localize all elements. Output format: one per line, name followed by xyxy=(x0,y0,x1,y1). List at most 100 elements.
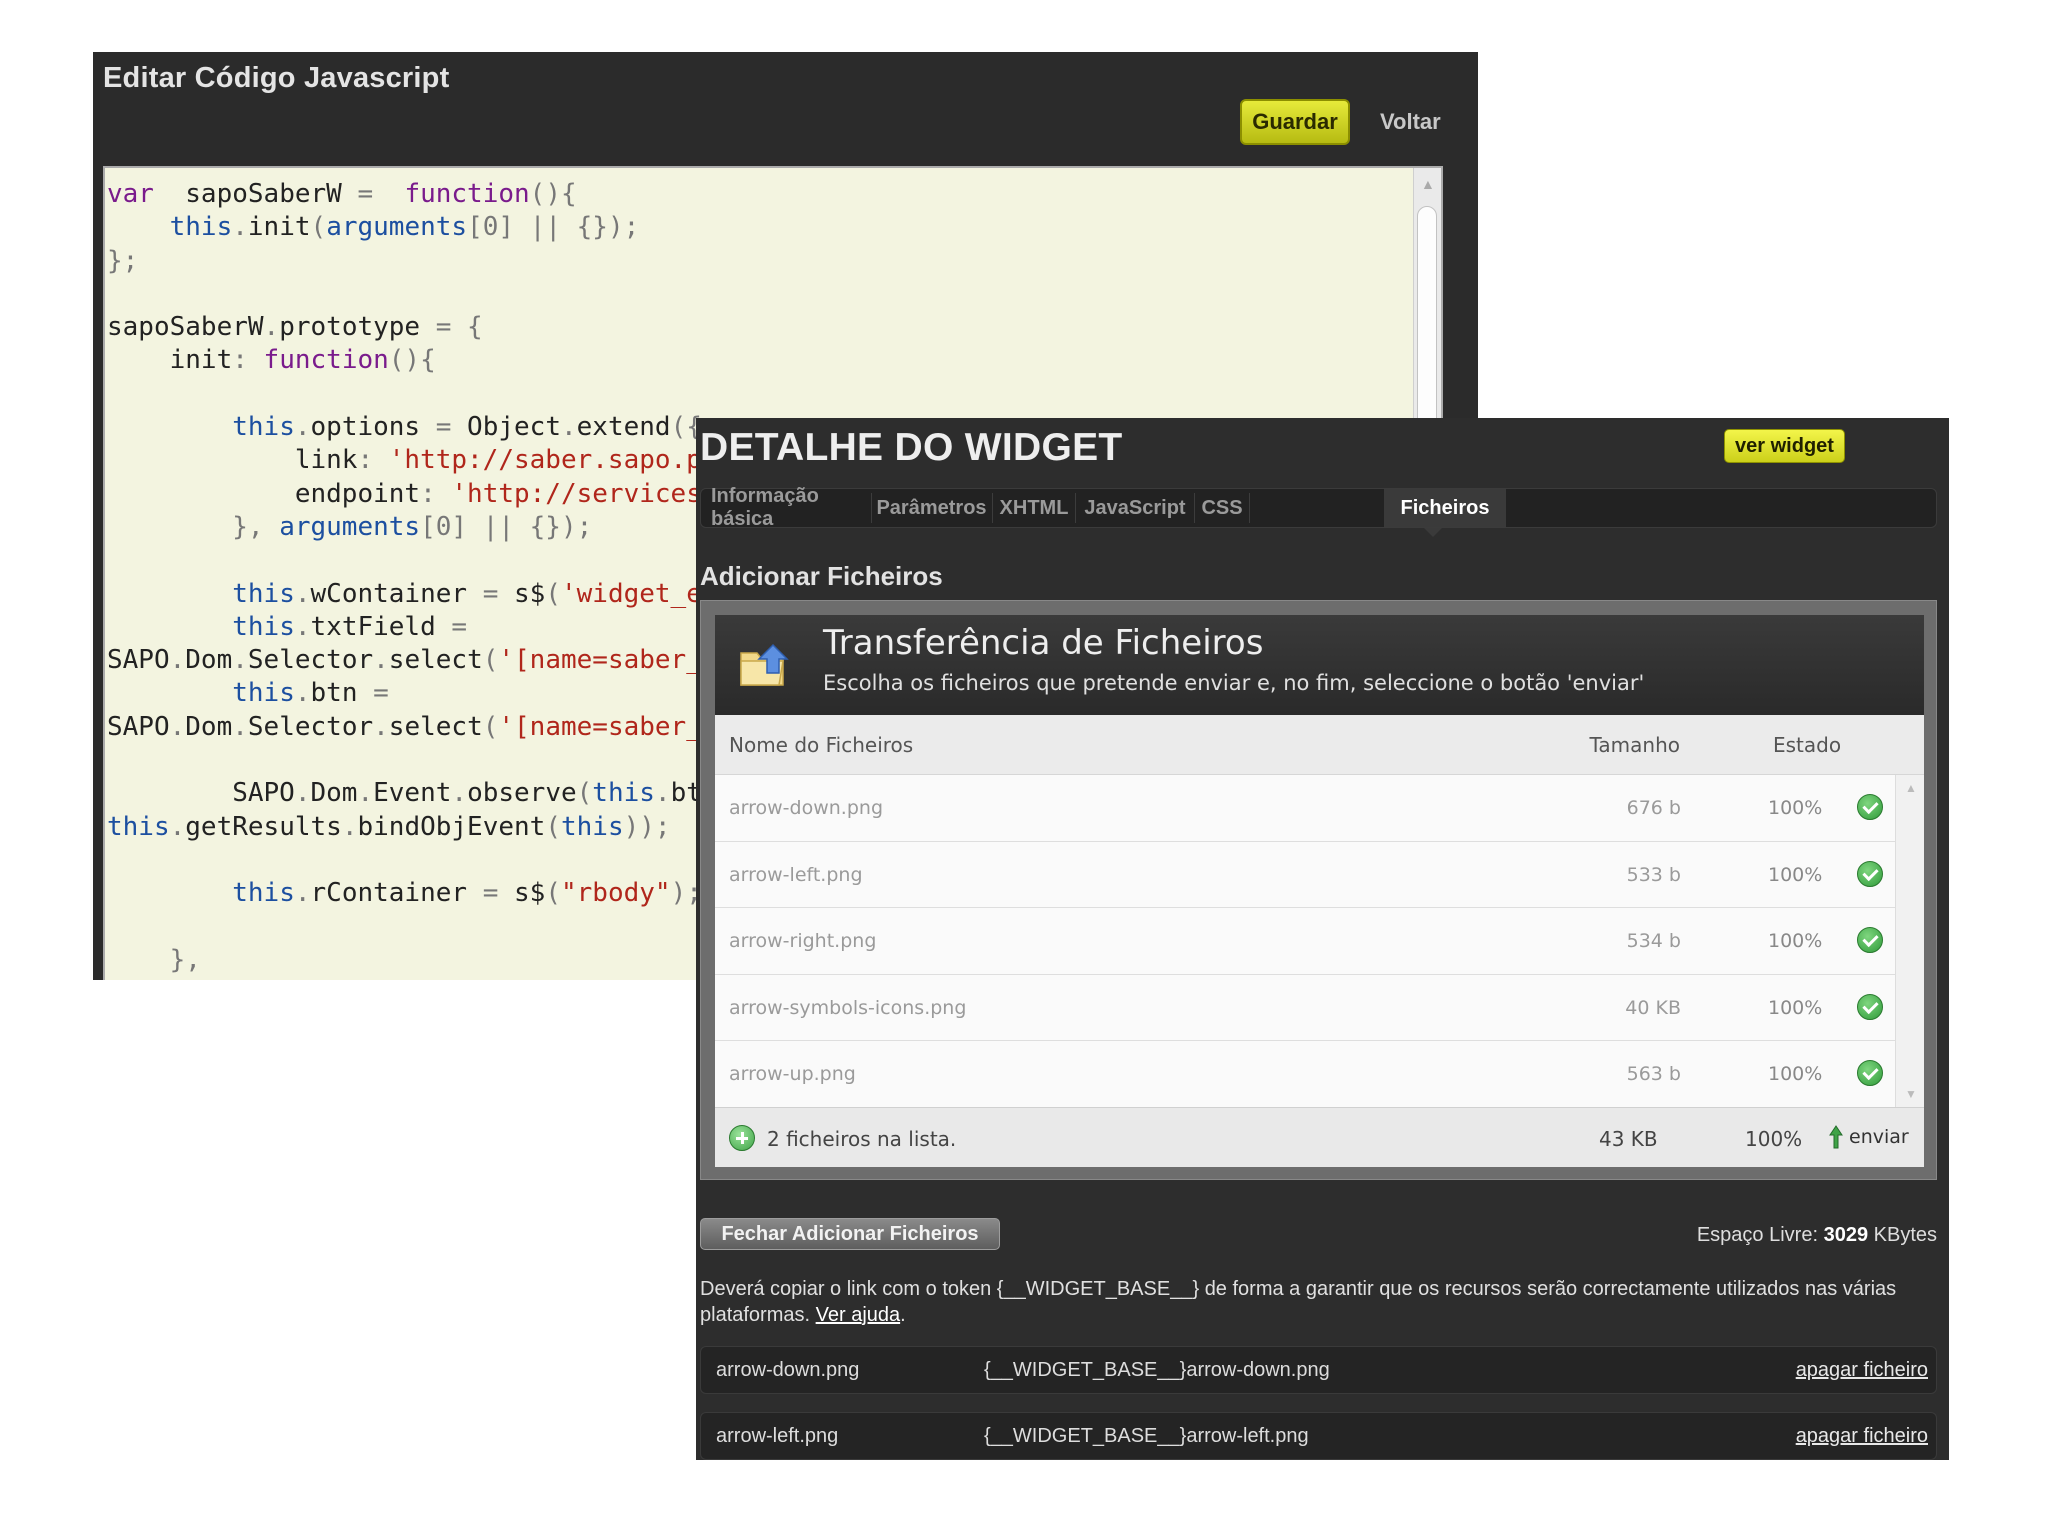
code-token: ( xyxy=(545,811,561,842)
code-token: . xyxy=(373,711,389,742)
total-progress: 100% xyxy=(1745,1127,1803,1151)
code-token: . xyxy=(294,878,311,909)
code-token: [0] || {}); xyxy=(467,212,640,243)
code-token: }, xyxy=(107,944,201,975)
free-space-indicator: Espaço Livre: 3029 KBytes xyxy=(1697,1224,1937,1247)
code-token: . xyxy=(373,645,389,676)
free-space-label: Espaço Livre: xyxy=(1696,1224,1819,1246)
code-token: . xyxy=(294,578,311,609)
code-token: this xyxy=(169,212,233,243)
code-token: select xyxy=(388,645,483,676)
tab-basic-info[interactable]: Informação básica xyxy=(711,485,867,530)
code-token: = { xyxy=(435,312,483,343)
tab-separator xyxy=(1194,493,1195,523)
code-token: }; xyxy=(107,245,139,276)
code-token: . xyxy=(294,412,311,443)
tab-xhtml[interactable]: XHTML xyxy=(995,489,1073,527)
total-size: 43 KB xyxy=(1599,1127,1658,1151)
file-progress: 100% xyxy=(1768,797,1823,819)
up-arrow-icon xyxy=(1829,1125,1843,1149)
file-progress: 100% xyxy=(1768,930,1823,952)
code-token: extend xyxy=(576,412,671,443)
code-token: [0] || {}); xyxy=(420,511,593,542)
upload-folder-icon xyxy=(740,643,789,686)
code-token: = xyxy=(482,878,515,909)
column-header-status: Estado xyxy=(1773,733,1842,757)
close-add-files-button[interactable]: Fechar Adicionar Ficheiros xyxy=(700,1218,1000,1250)
file-name: arrow-right.png xyxy=(729,930,877,952)
code-token: bindObjEvent xyxy=(357,811,546,842)
code-token: Selector xyxy=(247,645,374,676)
code-token: 'http://services xyxy=(451,478,702,509)
code-token: link xyxy=(107,445,358,476)
file-name: arrow-symbols-icons.png xyxy=(729,996,967,1019)
code-token: : xyxy=(420,478,452,509)
code-token: 'widget_e xyxy=(560,578,702,609)
send-button[interactable]: enviar xyxy=(1829,1122,1909,1152)
code-line: }; xyxy=(107,245,1411,278)
code-token: SAPO xyxy=(107,645,170,676)
code-token: . xyxy=(294,611,311,642)
free-space-unit: KBytes xyxy=(1873,1224,1937,1246)
code-token: : xyxy=(232,345,264,376)
file-list: arrow-down.png 676 b 100% arrow-left.png… xyxy=(715,775,1895,1107)
view-widget-button[interactable]: ver widget xyxy=(1724,429,1845,463)
scroll-down-icon[interactable]: ▼ xyxy=(1905,1087,1917,1101)
file-uploader: Transferência de Ficheiros Escolha os fi… xyxy=(700,600,1937,1180)
code-token: Event xyxy=(373,778,452,809)
tab-css[interactable]: CSS xyxy=(1197,489,1247,527)
code-token: : xyxy=(357,445,389,476)
file-name: arrow-left.png xyxy=(729,863,863,886)
code-token: . xyxy=(232,711,248,742)
check-icon xyxy=(1857,993,1883,1020)
code-line: sapoSaberW.prototype = { xyxy=(107,311,1411,344)
help-link[interactable]: Ver ajuda xyxy=(816,1304,901,1326)
code-token: getResults: function(){ xyxy=(107,978,530,980)
save-button[interactable]: Guardar xyxy=(1240,99,1350,145)
tab-files[interactable]: Ficheiros xyxy=(1384,489,1506,527)
code-token: prototype xyxy=(279,312,436,343)
resource-row: arrow-left.png {__WIDGET_BASE__}arrow-le… xyxy=(700,1412,1937,1460)
scroll-up-icon[interactable]: ▲ xyxy=(1421,176,1435,192)
file-name: arrow-down.png xyxy=(729,797,884,819)
tab-javascript[interactable]: JavaScript xyxy=(1078,489,1192,527)
file-progress: 100% xyxy=(1768,1063,1823,1085)
delete-file-link[interactable]: apagar ficheiro xyxy=(1796,1359,1928,1382)
code-token: this xyxy=(592,778,655,809)
code-token: s$ xyxy=(514,578,546,609)
code-token: '[name=saber_ xyxy=(498,711,702,742)
code-token: this xyxy=(232,578,295,609)
code-token: . xyxy=(169,711,186,742)
delete-file-link[interactable]: apagar ficheiro xyxy=(1796,1425,1928,1448)
code-token: ( xyxy=(545,878,561,909)
code-token: (){ xyxy=(529,179,577,209)
file-size: 563 b xyxy=(1626,1063,1681,1085)
code-token: Selector xyxy=(247,711,374,742)
add-file-icon[interactable] xyxy=(729,1125,755,1151)
scroll-up-icon[interactable]: ▲ xyxy=(1905,781,1917,795)
code-token: endpoint xyxy=(107,478,421,509)
check-icon xyxy=(1857,927,1883,953)
code-token: options xyxy=(310,412,436,443)
code-token: observe xyxy=(467,778,577,809)
check-icon xyxy=(1857,1060,1883,1086)
resource-row: arrow-down.png {__WIDGET_BASE__}arrow-do… xyxy=(700,1346,1937,1394)
back-link[interactable]: Voltar xyxy=(1380,109,1441,135)
code-token: function xyxy=(263,345,389,376)
files-count: 2 ficheiros na lista. xyxy=(767,1127,957,1151)
code-token: . xyxy=(341,811,358,842)
tab-parameters[interactable]: Parâmetros xyxy=(874,489,989,527)
code-token: btn xyxy=(310,678,374,709)
code-token: . xyxy=(263,312,280,343)
code-token: = xyxy=(357,179,374,209)
check-icon xyxy=(1857,794,1883,820)
uploader-title: Transferência de Ficheiros xyxy=(823,623,1264,663)
code-token: . xyxy=(560,412,577,443)
code-token: arguments xyxy=(279,511,421,542)
tab-separator xyxy=(871,493,872,523)
file-list-scrollbar[interactable]: ▲ ▼ xyxy=(1895,775,1924,1107)
column-header-size: Tamanho xyxy=(1589,733,1681,757)
code-token: sapoSaberW xyxy=(107,312,264,343)
